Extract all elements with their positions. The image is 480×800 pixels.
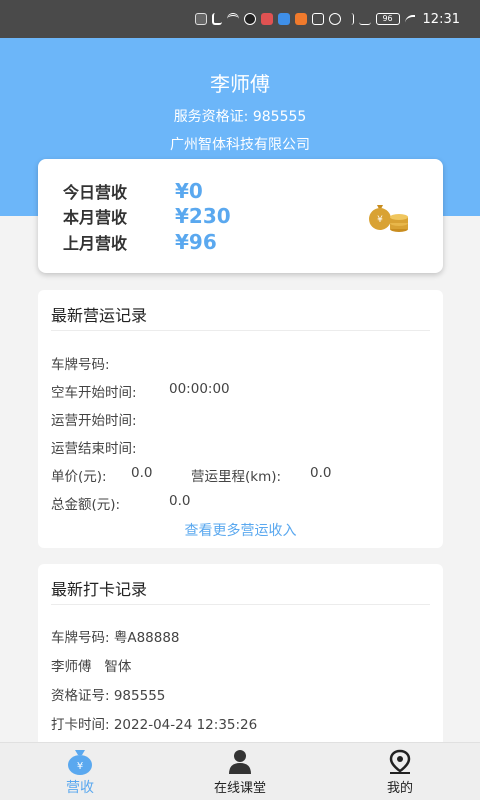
- tab-mine-label: 我的: [386, 781, 413, 796]
- tab-online-class[interactable]: 在线课堂: [180, 743, 300, 800]
- today-revenue-value: ¥0: [175, 179, 203, 203]
- alarm-icon: [328, 13, 341, 25]
- operation-record-title: 最新营运记录: [51, 306, 148, 325]
- battery-icon: 96: [375, 13, 400, 25]
- divider: [51, 330, 430, 331]
- plate-label: 车牌号码:: [51, 357, 110, 373]
- checkin-plate: 车牌号码: 粤A88888: [51, 630, 180, 646]
- today-revenue-row: 今日营收 ¥0: [63, 179, 203, 203]
- hd-icon: [194, 13, 207, 25]
- total-amount-label: 总金额(元):: [51, 497, 121, 513]
- last-month-revenue-value: ¥96: [175, 230, 217, 254]
- company-name: 广州智体科技有限公司: [170, 137, 310, 153]
- bluetooth-icon: [346, 13, 354, 25]
- qq-icon: [243, 13, 256, 25]
- svg-text:¥: ¥: [77, 761, 83, 772]
- month-revenue-label: 本月营收: [63, 208, 128, 227]
- status-icons: 96: [194, 13, 415, 25]
- svg-text:¥: ¥: [377, 215, 383, 225]
- play-app-icon: [294, 13, 307, 25]
- status-bar: 96 12:31: [0, 0, 480, 38]
- money-bag-icon: ¥: [369, 205, 408, 232]
- unit-price-label: 单价(元):: [51, 469, 107, 485]
- location-pin-icon: [389, 749, 411, 774]
- money-bag-icon: ¥: [68, 750, 92, 775]
- tab-revenue[interactable]: ¥ 营收: [20, 743, 140, 800]
- driver-name: 李师傅: [210, 72, 270, 96]
- view-more-revenue-link[interactable]: 查看更多营运收入: [38, 520, 443, 540]
- status-time: 12:31: [422, 11, 460, 27]
- nfc-icon: [311, 13, 324, 25]
- mail-app-icon: [260, 13, 273, 25]
- checkin-driver: 李师傅 智体: [51, 659, 132, 675]
- checkin-record-card: 最新打卡记录 车牌号码: 粤A88888 李师傅 智体 资格证号: 985555…: [38, 564, 443, 742]
- divider: [51, 604, 430, 605]
- total-amount-value: 0.0: [169, 493, 191, 509]
- wifi-icon: [226, 13, 239, 25]
- service-cert: 服务资格证: 985555: [173, 109, 307, 125]
- bottom-tab-bar: ¥ 营收 在线课堂 我的: [0, 742, 480, 800]
- leaf-icon: [404, 15, 415, 23]
- signal-icon: [211, 13, 222, 25]
- op-end-label: 运营结束时间:: [51, 441, 137, 457]
- tab-online-class-label: 在线课堂: [213, 781, 266, 796]
- checkin-record-title: 最新打卡记录: [51, 580, 148, 599]
- unit-price-value: 0.0: [131, 465, 153, 481]
- tab-revenue-label: 营收: [66, 780, 94, 796]
- last-month-revenue-row: 上月营收 ¥96: [63, 230, 217, 254]
- empty-start-value: 00:00:00: [169, 381, 230, 397]
- mileage-value: 0.0: [310, 465, 332, 481]
- op-start-label: 运营开始时间:: [51, 413, 137, 429]
- mute-icon: [358, 13, 371, 25]
- cloud-icon: [277, 13, 290, 25]
- last-month-revenue-label: 上月营收: [63, 234, 128, 253]
- month-revenue-row: 本月营收 ¥230: [63, 204, 231, 228]
- tab-mine[interactable]: 我的: [340, 743, 460, 800]
- classroom-icon: [229, 750, 251, 774]
- operation-record-card: 最新营运记录 车牌号码: 空车开始时间: 00:00:00 运营开始时间: 运营…: [38, 290, 443, 548]
- checkin-time: 打卡时间: 2022-04-24 12:35:26: [51, 717, 258, 733]
- revenue-card: 今日营收 ¥0 本月营收 ¥230 上月营收 ¥96 ¥: [38, 159, 443, 273]
- empty-start-label: 空车开始时间:: [51, 385, 137, 401]
- mileage-label: 营运里程(km):: [191, 469, 282, 485]
- checkin-cert: 资格证号: 985555: [51, 688, 166, 704]
- month-revenue-value: ¥230: [175, 204, 231, 228]
- today-revenue-label: 今日营收: [63, 183, 128, 202]
